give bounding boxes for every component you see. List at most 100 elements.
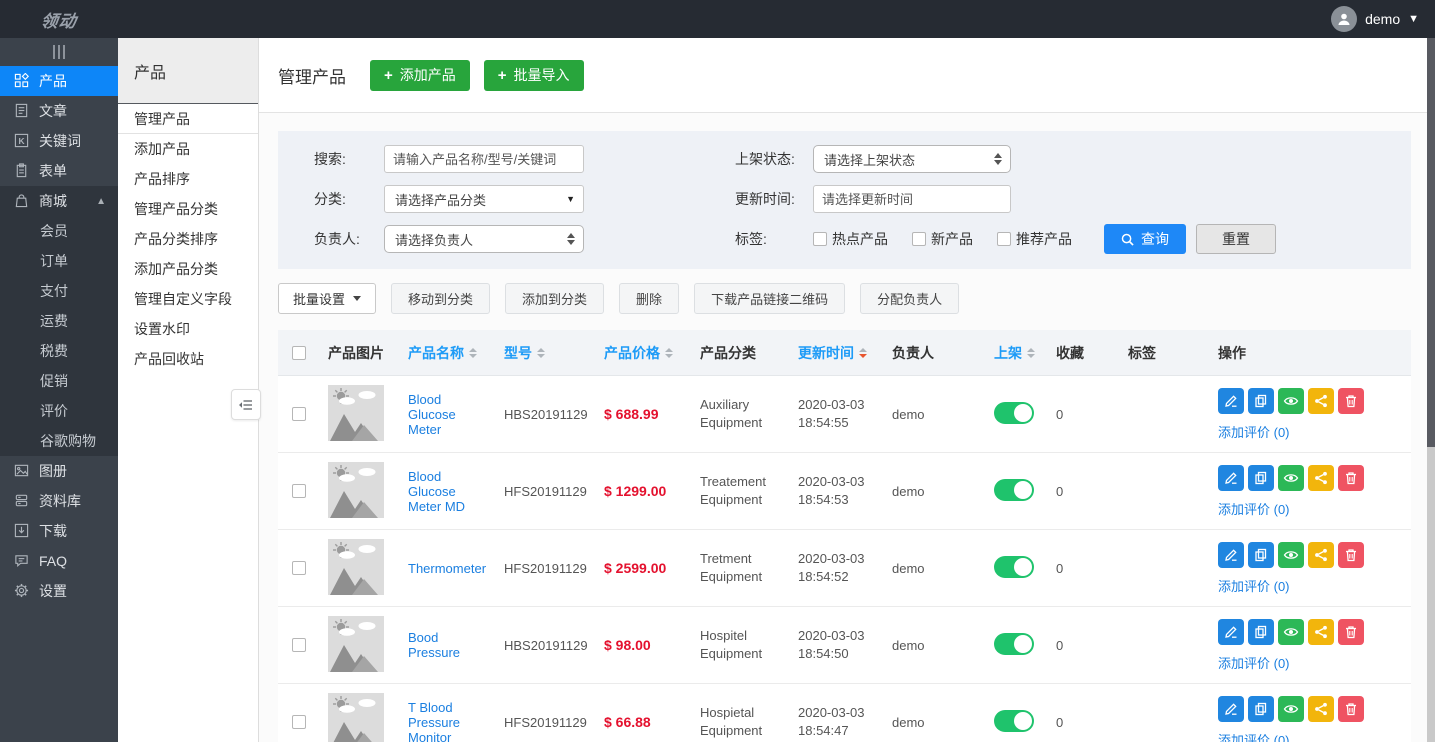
copy-icon[interactable] (1248, 619, 1274, 645)
edit-icon[interactable] (1218, 619, 1244, 645)
sidebar-item[interactable]: 商城▲ (0, 186, 118, 216)
add-review-link[interactable]: 添加评价 (0) (1218, 730, 1290, 742)
product-name-link[interactable]: Blood Glucose Meter MD (408, 469, 496, 514)
sidebar-subitem[interactable]: 会员 (0, 216, 118, 246)
owner-select[interactable]: 请选择负责人 (384, 225, 584, 253)
publish-toggle[interactable] (994, 556, 1034, 578)
sidebar-subitem[interactable]: 支付 (0, 276, 118, 306)
row-checkbox[interactable] (292, 407, 306, 421)
secondary-sidebar-item[interactable]: 设置水印 (118, 314, 258, 344)
sidebar-subitem[interactable]: 订单 (0, 246, 118, 276)
submenu-collapse-button[interactable] (231, 389, 261, 420)
tag-checkbox[interactable]: 推荐产品 (997, 229, 1072, 249)
user-menu[interactable]: demo ▼ (1331, 6, 1419, 32)
sortable-column-header[interactable]: 型号 (496, 343, 596, 363)
bulk-settings-dropdown[interactable]: 批量设置 (278, 283, 376, 314)
product-thumbnail[interactable] (328, 616, 384, 672)
sidebar-item[interactable]: 设置 (0, 576, 118, 606)
secondary-sidebar-item[interactable]: 管理自定义字段 (118, 284, 258, 314)
tag-checkbox[interactable]: 新产品 (912, 229, 973, 249)
query-button[interactable]: 查询 (1104, 224, 1186, 254)
trash-icon[interactable] (1338, 696, 1364, 722)
share-icon[interactable] (1308, 388, 1334, 414)
sidebar-item[interactable]: FAQ (0, 546, 118, 576)
product-name-link[interactable]: T Blood Pressure Monitor (408, 700, 496, 742)
search-input[interactable] (384, 145, 584, 173)
bulk-import-button[interactable]: + 批量导入 (484, 60, 584, 91)
secondary-sidebar-item[interactable]: 添加产品分类 (118, 254, 258, 284)
product-name-link[interactable]: Blood Glucose Meter (408, 392, 496, 437)
trash-icon[interactable] (1338, 542, 1364, 568)
secondary-sidebar-item[interactable]: 产品排序 (118, 164, 258, 194)
sidebar-subitem[interactable]: 运费 (0, 306, 118, 336)
product-name-link[interactable]: Bood Pressure (408, 630, 496, 660)
product-thumbnail[interactable] (328, 693, 384, 742)
secondary-sidebar-item[interactable]: 添加产品 (118, 134, 258, 164)
bulk-action-button[interactable]: 添加到分类 (505, 283, 604, 314)
category-select[interactable]: 请选择产品分类 ▼ (384, 185, 584, 213)
edit-icon[interactable] (1218, 542, 1244, 568)
sidebar-item[interactable]: 图册 (0, 456, 118, 486)
bulk-action-button[interactable]: 删除 (619, 283, 679, 314)
reset-button[interactable]: 重置 (1196, 224, 1276, 254)
secondary-sidebar-item[interactable]: 管理产品分类 (118, 194, 258, 224)
checkbox[interactable] (997, 232, 1011, 246)
publish-toggle[interactable] (994, 710, 1034, 732)
publish-toggle[interactable] (994, 633, 1034, 655)
add-review-link[interactable]: 添加评价 (0) (1218, 653, 1290, 672)
trash-icon[interactable] (1338, 619, 1364, 645)
sortable-column-header[interactable]: 产品名称 (400, 343, 496, 363)
bulk-action-button[interactable]: 移动到分类 (391, 283, 490, 314)
eye-icon[interactable] (1278, 619, 1304, 645)
share-icon[interactable] (1308, 696, 1334, 722)
share-icon[interactable] (1308, 619, 1334, 645)
edit-icon[interactable] (1218, 388, 1244, 414)
share-icon[interactable] (1308, 542, 1334, 568)
secondary-sidebar-item[interactable]: 产品分类排序 (118, 224, 258, 254)
copy-icon[interactable] (1248, 388, 1274, 414)
trash-icon[interactable] (1338, 465, 1364, 491)
status-select[interactable]: 请选择上架状态 (813, 145, 1011, 173)
tag-checkbox[interactable]: 热点产品 (813, 229, 888, 249)
sidebar-item[interactable]: K关键词 (0, 126, 118, 156)
checkbox[interactable] (813, 232, 827, 246)
sidebar-item[interactable]: 表单 (0, 156, 118, 186)
sidebar-subitem[interactable]: 谷歌购物 (0, 426, 118, 456)
sortable-column-header[interactable]: 上架 (986, 343, 1048, 363)
add-review-link[interactable]: 添加评价 (0) (1218, 499, 1290, 518)
product-thumbnail[interactable] (328, 539, 384, 595)
copy-icon[interactable] (1248, 542, 1274, 568)
eye-icon[interactable] (1278, 388, 1304, 414)
checkbox[interactable] (912, 232, 926, 246)
row-checkbox[interactable] (292, 638, 306, 652)
sidebar-subitem[interactable]: 税费 (0, 336, 118, 366)
product-thumbnail[interactable] (328, 385, 384, 441)
product-thumbnail[interactable] (328, 462, 384, 518)
sidebar-subitem[interactable]: 评价 (0, 396, 118, 426)
sidebar-item[interactable]: 资料库 (0, 486, 118, 516)
eye-icon[interactable] (1278, 696, 1304, 722)
select-all-checkbox[interactable] (292, 346, 306, 360)
sortable-column-header[interactable]: 产品价格 (596, 343, 692, 363)
add-product-button[interactable]: + 添加产品 (370, 60, 470, 91)
sidebar-collapse-grip[interactable] (0, 38, 118, 66)
sidebar-item[interactable]: 下载 (0, 516, 118, 546)
edit-icon[interactable] (1218, 465, 1244, 491)
sidebar-item[interactable]: 产品 (0, 66, 118, 96)
row-checkbox[interactable] (292, 561, 306, 575)
eye-icon[interactable] (1278, 465, 1304, 491)
copy-icon[interactable] (1248, 696, 1274, 722)
publish-toggle[interactable] (994, 402, 1034, 424)
copy-icon[interactable] (1248, 465, 1274, 491)
row-checkbox[interactable] (292, 484, 306, 498)
updated-time-input[interactable] (813, 185, 1011, 213)
add-review-link[interactable]: 添加评价 (0) (1218, 422, 1290, 441)
sortable-column-header[interactable]: 更新时间 (790, 343, 884, 363)
eye-icon[interactable] (1278, 542, 1304, 568)
secondary-sidebar-item[interactable]: 产品回收站 (118, 344, 258, 374)
scrollbar-thumb[interactable] (1427, 38, 1435, 447)
row-checkbox[interactable] (292, 715, 306, 729)
add-review-link[interactable]: 添加评价 (0) (1218, 576, 1290, 595)
sidebar-subitem[interactable]: 促销 (0, 366, 118, 396)
share-icon[interactable] (1308, 465, 1334, 491)
